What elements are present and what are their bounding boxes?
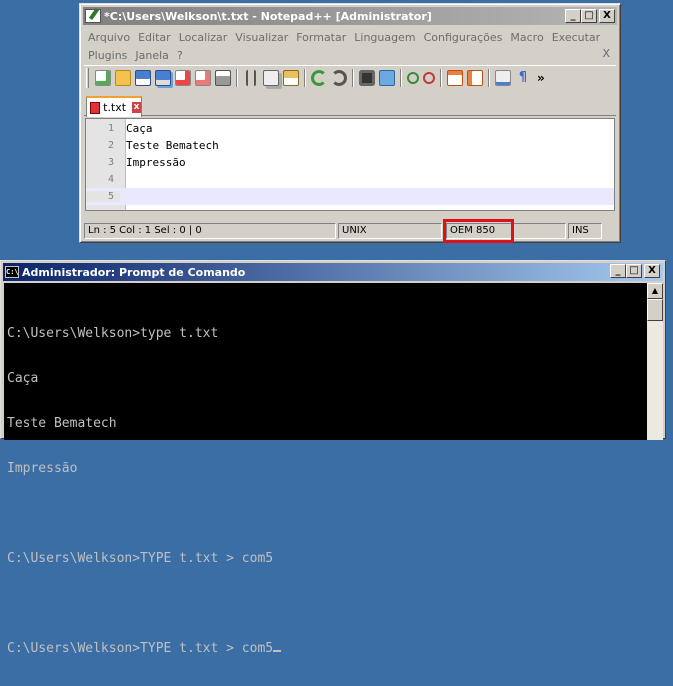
menu-help[interactable]: ? <box>173 49 187 62</box>
close-button[interactable]: X <box>599 9 615 23</box>
console-line: C:\Users\Welkson>type t.txt <box>7 326 219 341</box>
show-all-characters-icon[interactable]: ¶ <box>515 70 531 86</box>
toolbar-separator <box>488 68 490 87</box>
minimize-button[interactable]: _ <box>610 264 626 278</box>
zoom-out-icon[interactable] <box>423 71 435 84</box>
line-number: 2 <box>107 140 114 151</box>
encoding-highlight-box <box>443 219 514 243</box>
maximize-button[interactable]: □ <box>581 9 597 23</box>
line-text: Teste Bematech <box>126 139 219 152</box>
copy-icon[interactable] <box>263 69 279 86</box>
console-line: C:\Users\Welkson>TYPE t.txt > com5 <box>7 641 274 656</box>
menu-executar[interactable]: Executar <box>548 31 605 44</box>
line-number: 3 <box>107 157 114 168</box>
menu-linguagem[interactable]: Linguagem <box>350 31 419 44</box>
menu-arquivo[interactable]: Arquivo <box>84 31 134 44</box>
paste-icon[interactable] <box>283 69 299 86</box>
menu-editar[interactable]: Editar <box>134 31 175 44</box>
status-eol[interactable]: UNIX <box>338 223 442 239</box>
tab-bar: t.txt x <box>84 94 616 117</box>
status-position: Ln : 5 Col : 1 Sel : 0 | 0 <box>84 223 336 239</box>
menu-plugins[interactable]: Plugins <box>84 49 131 62</box>
console-output[interactable]: C:\Users\Welkson>type t.txt Caça Teste B… <box>4 283 647 656</box>
cmd-title-bar[interactable]: C:\ Administrador: Prompt de Comando _ □… <box>3 263 663 281</box>
editor-line[interactable]: 2 Teste Bematech <box>86 137 614 154</box>
toolbar-grip[interactable] <box>86 67 89 88</box>
line-text: Impressão <box>126 156 186 169</box>
console-line: Impressão <box>7 461 78 476</box>
menu-visualizar[interactable]: Visualizar <box>231 31 292 44</box>
line-number: 4 <box>107 174 114 185</box>
console-icon: C:\ <box>5 266 19 278</box>
scroll-up-arrow-icon[interactable]: ▲ <box>647 283 663 299</box>
tab-close-icon[interactable]: x <box>132 102 141 113</box>
notepadpp-title-bar[interactable]: *C:\Users\Welkson\t.txt - Notepad++ [Adm… <box>83 7 617 25</box>
new-file-icon[interactable] <box>95 69 111 86</box>
toolbar: ¶ » <box>84 65 616 89</box>
status-insert-mode[interactable]: INS <box>568 223 602 239</box>
console-line: C:\Users\Welkson>TYPE t.txt > com5 <box>7 551 274 566</box>
maximize-button[interactable]: □ <box>626 264 642 278</box>
text-cursor <box>273 650 282 652</box>
find-icon[interactable] <box>359 69 375 86</box>
line-text: Caça <box>126 122 153 135</box>
console-line: Caça <box>7 371 39 386</box>
toolbar-separator <box>236 68 238 87</box>
status-bar: Ln : 5 Col : 1 Sel : 0 | 0 UNIX OEM 850 … <box>84 219 616 243</box>
command-prompt-window: C:\ Administrador: Prompt de Comando _ □… <box>0 260 666 656</box>
toolbar-separator <box>400 68 402 87</box>
window-title: *C:\Users\Welkson\t.txt - Notepad++ [Adm… <box>104 9 432 23</box>
minimize-button[interactable]: _ <box>565 9 581 23</box>
sync-vertical-icon[interactable] <box>447 69 463 86</box>
toolbar-separator <box>440 68 442 87</box>
vertical-scrollbar[interactable]: ▲ <box>647 283 663 440</box>
close-document-button[interactable]: X <box>602 47 610 60</box>
replace-icon[interactable] <box>379 69 395 86</box>
tab-t-txt[interactable]: t.txt x <box>86 96 142 117</box>
word-wrap-icon[interactable] <box>495 69 511 86</box>
close-file-icon[interactable] <box>175 69 191 86</box>
menu-configuracoes[interactable]: Configurações <box>420 31 507 44</box>
menu-bar: Arquivo Editar Localizar Visualizar Form… <box>84 28 616 64</box>
save-all-icon[interactable] <box>155 69 171 86</box>
zoom-in-icon[interactable] <box>407 71 419 84</box>
modified-file-icon <box>90 101 101 114</box>
window-title: Administrador: Prompt de Comando <box>22 265 246 279</box>
menu-macro[interactable]: Macro <box>506 31 547 44</box>
toolbar-overflow-button[interactable]: » <box>537 71 545 85</box>
cut-icon[interactable] <box>246 69 256 86</box>
toolbar-separator <box>304 68 306 87</box>
editor-current-line[interactable]: 5 <box>86 188 614 205</box>
open-folder-icon[interactable] <box>115 69 131 86</box>
save-icon[interactable] <box>135 69 151 86</box>
tab-label: t.txt <box>103 101 127 114</box>
editor-line[interactable]: 1 Caça <box>86 120 614 137</box>
scrollbar-thumb[interactable] <box>647 299 663 321</box>
menu-janela[interactable]: Janela <box>131 49 173 62</box>
undo-icon[interactable] <box>311 69 327 86</box>
line-number: 5 <box>86 191 120 202</box>
notepadpp-app-icon <box>85 9 101 23</box>
line-number: 1 <box>107 123 114 134</box>
text-editor[interactable]: 1 Caça 2 Teste Bematech 3 Impressão 4 5 <box>85 118 615 211</box>
close-all-icon[interactable] <box>195 69 211 86</box>
menu-formatar[interactable]: Formatar <box>292 31 350 44</box>
sync-horizontal-icon[interactable] <box>467 69 483 86</box>
menu-localizar[interactable]: Localizar <box>175 31 232 44</box>
redo-icon[interactable] <box>331 69 347 86</box>
print-icon[interactable] <box>215 69 231 86</box>
editor-line[interactable]: 4 <box>86 171 614 188</box>
toolbar-separator <box>352 68 354 87</box>
console-prompt-line[interactable]: C:\Users\Welkson>TYPE t.txt > com5 <box>7 641 647 656</box>
notepadpp-window: *C:\Users\Welkson\t.txt - Notepad++ [Adm… <box>79 3 621 243</box>
console-line: Teste Bematech <box>7 416 117 431</box>
editor-line[interactable]: 3 Impressão <box>86 154 614 171</box>
close-button[interactable]: X <box>644 264 660 278</box>
